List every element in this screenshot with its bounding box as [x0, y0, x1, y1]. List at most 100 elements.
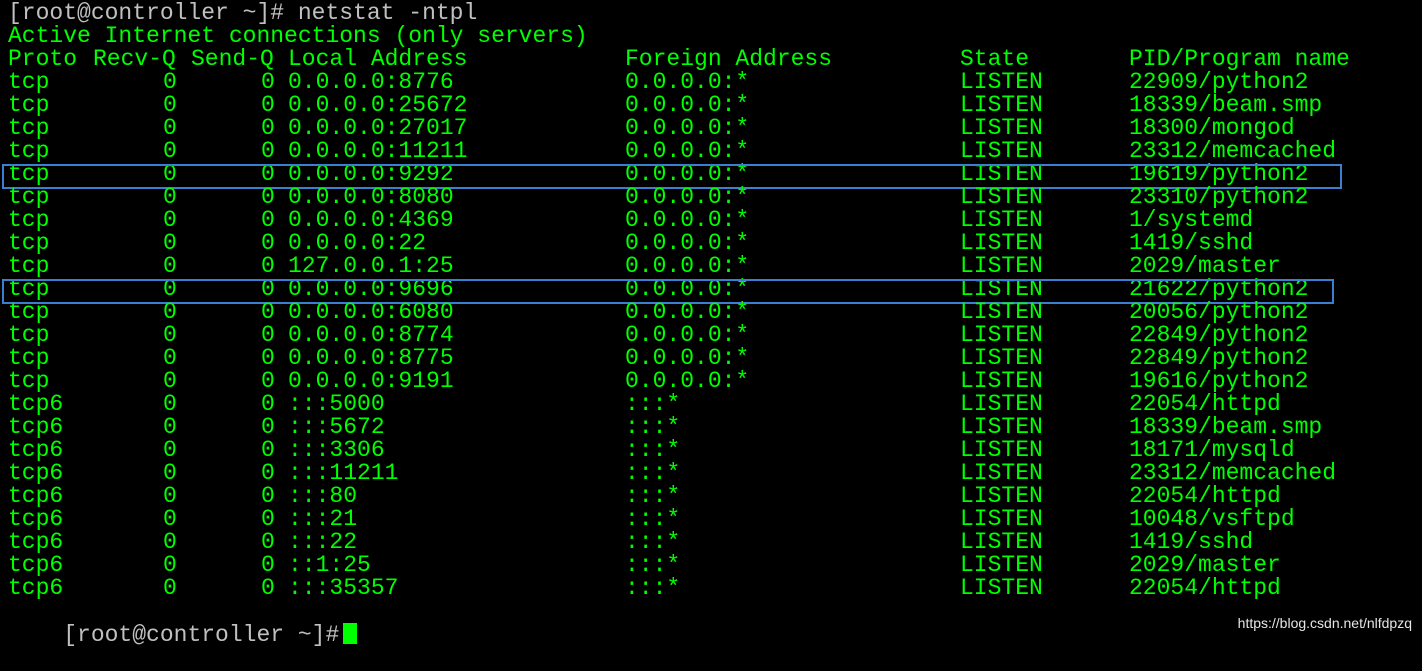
cell-proto: tcp6 [8, 506, 64, 532]
cell-proto: tcp [8, 276, 50, 302]
cell-recvq: 0 [163, 276, 177, 302]
cell-pid-program: 23312/memcached [1129, 138, 1337, 164]
cell-recvq: 0 [163, 368, 177, 394]
header-recvq: Recv-Q [93, 46, 176, 72]
cell-sendq: 0 [261, 575, 275, 601]
cell-state: LISTEN [960, 230, 1043, 256]
cell-local-address: :::5672 [288, 414, 385, 440]
cell-foreign-address: :::* [625, 483, 681, 509]
cell-local-address: ::1:25 [288, 552, 371, 578]
cell-pid-program: 2029/master [1129, 552, 1281, 578]
cell-state: LISTEN [960, 460, 1043, 486]
cell-proto: tcp6 [8, 391, 64, 417]
watermark-text: https://blog.csdn.net/nlfdpzq [1237, 615, 1412, 631]
cell-state: LISTEN [960, 322, 1043, 348]
cell-local-address: :::35357 [288, 575, 399, 601]
cell-foreign-address: 0.0.0.0:* [625, 69, 750, 95]
cell-sendq: 0 [261, 230, 275, 256]
header-pid-program: PID/Program name [1129, 46, 1350, 72]
cell-recvq: 0 [163, 138, 177, 164]
cell-sendq: 0 [261, 138, 275, 164]
cell-state: LISTEN [960, 161, 1043, 187]
cell-foreign-address: :::* [625, 575, 681, 601]
cell-sendq: 0 [261, 552, 275, 578]
cell-state: LISTEN [960, 345, 1043, 371]
final-prompt-line[interactable]: [root@controller ~]# [8, 600, 358, 647]
cell-state: LISTEN [960, 575, 1043, 601]
cell-foreign-address: :::* [625, 414, 681, 440]
cell-local-address: 0.0.0.0:11211 [288, 138, 468, 164]
cell-foreign-address: :::* [625, 529, 681, 555]
cell-sendq: 0 [261, 529, 275, 555]
cell-local-address: 0.0.0.0:8776 [288, 69, 454, 95]
cell-local-address: 0.0.0.0:6080 [288, 299, 454, 325]
cell-recvq: 0 [163, 161, 177, 187]
cell-local-address: :::80 [288, 483, 358, 509]
cell-proto: tcp [8, 230, 50, 256]
cell-recvq: 0 [163, 460, 177, 486]
cell-recvq: 0 [163, 299, 177, 325]
cell-foreign-address: 0.0.0.0:* [625, 138, 750, 164]
cell-local-address: 0.0.0.0:9696 [288, 276, 454, 302]
cell-recvq: 0 [163, 529, 177, 555]
cell-proto: tcp [8, 345, 50, 371]
cell-state: LISTEN [960, 253, 1043, 279]
cell-pid-program: 23312/memcached [1129, 460, 1337, 486]
cell-state: LISTEN [960, 483, 1043, 509]
cell-state: LISTEN [960, 506, 1043, 532]
header-foreign-address: Foreign Address [625, 46, 833, 72]
cell-recvq: 0 [163, 253, 177, 279]
cell-pid-program: 23310/python2 [1129, 184, 1309, 210]
cell-local-address: 0.0.0.0:8774 [288, 322, 454, 348]
header-proto: Proto [8, 46, 78, 72]
cell-state: LISTEN [960, 414, 1043, 440]
cell-local-address: 0.0.0.0:9191 [288, 368, 454, 394]
cell-sendq: 0 [261, 92, 275, 118]
cell-local-address: :::3306 [288, 437, 385, 463]
cell-state: LISTEN [960, 437, 1043, 463]
cell-sendq: 0 [261, 460, 275, 486]
cell-state: LISTEN [960, 92, 1043, 118]
cell-local-address: :::21 [288, 506, 358, 532]
cell-recvq: 0 [163, 345, 177, 371]
cell-sendq: 0 [261, 483, 275, 509]
cell-sendq: 0 [261, 506, 275, 532]
cell-sendq: 0 [261, 184, 275, 210]
cell-pid-program: 22054/httpd [1129, 391, 1281, 417]
cell-pid-program: 19619/python2 [1129, 161, 1309, 187]
cell-state: LISTEN [960, 276, 1043, 302]
cell-foreign-address: :::* [625, 391, 681, 417]
cell-recvq: 0 [163, 69, 177, 95]
cell-recvq: 0 [163, 115, 177, 141]
cell-foreign-address: 0.0.0.0:* [625, 299, 750, 325]
cell-recvq: 0 [163, 575, 177, 601]
cell-proto: tcp6 [8, 437, 64, 463]
header-state: State [960, 46, 1030, 72]
cell-foreign-address: 0.0.0.0:* [625, 276, 750, 302]
cell-pid-program: 22849/python2 [1129, 345, 1309, 371]
cell-state: LISTEN [960, 69, 1043, 95]
cell-foreign-address: 0.0.0.0:* [625, 368, 750, 394]
cell-foreign-address: 0.0.0.0:* [625, 345, 750, 371]
cell-proto: tcp [8, 207, 50, 233]
header-local-address: Local Address [288, 46, 468, 72]
cell-local-address: 0.0.0.0:22 [288, 230, 427, 256]
cell-pid-program: 22054/httpd [1129, 483, 1281, 509]
cell-local-address: 127.0.0.1:25 [288, 253, 454, 279]
cell-pid-program: 1/systemd [1129, 207, 1254, 233]
cell-local-address: 0.0.0.0:4369 [288, 207, 454, 233]
cell-pid-program: 22909/python2 [1129, 69, 1309, 95]
cell-proto: tcp6 [8, 460, 64, 486]
cell-proto: tcp [8, 69, 50, 95]
cell-proto: tcp [8, 161, 50, 187]
cell-state: LISTEN [960, 184, 1043, 210]
cell-sendq: 0 [261, 322, 275, 348]
final-prompt-text: [root@controller ~]# [63, 622, 340, 648]
cell-proto: tcp [8, 253, 50, 279]
cell-sendq: 0 [261, 391, 275, 417]
cell-proto: tcp [8, 92, 50, 118]
terminal-window[interactable]: [root@controller ~]# netstat -ntpl Activ… [2, 0, 1414, 647]
cell-sendq: 0 [261, 345, 275, 371]
cell-proto: tcp6 [8, 414, 64, 440]
cell-foreign-address: 0.0.0.0:* [625, 115, 750, 141]
